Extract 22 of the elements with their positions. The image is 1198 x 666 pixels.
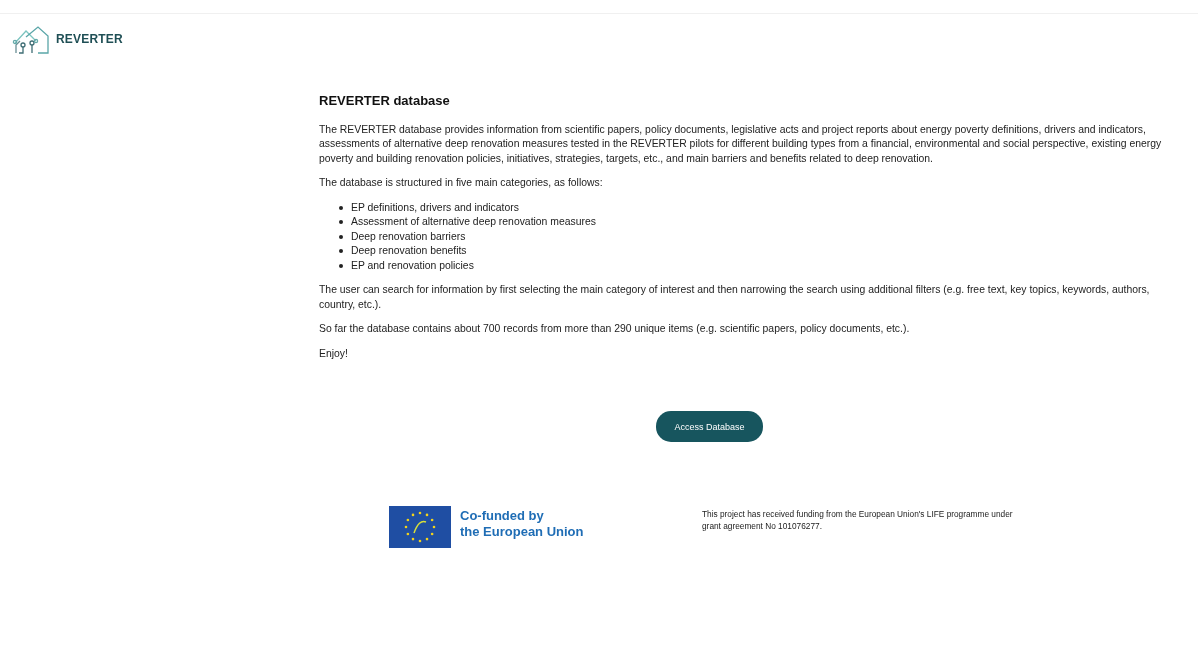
category-item: Deep renovation benefits xyxy=(351,244,467,258)
body-paragraph: So far the database contains about 700 records from more than 290 unique items (e.g. scientific papers, policy documents, etc.). xyxy=(319,322,911,336)
page-title: REVERTER database xyxy=(319,94,451,109)
category-item: Deep renovation barriers xyxy=(351,229,466,244)
intro-paragraph: The REVERTER database provides information from scientific papers, policy documents, legislative acts and project reports about energy poverty definitions, drivers and indicators, assessments of alternative deep renovation measures tested in the REVERTER pilots for different building types from a financial, environmental and social perspective, existing energy poverty and building renovation policies, initiatives, strategies, targets, etc., and main barriers and benefits related to deep renovation. xyxy=(319,122,1163,166)
structure-paragraph: The database is structured in five main categories, as follows: xyxy=(319,176,604,190)
cofunded-text: Co-funded by xyxy=(460,508,545,524)
category-item: EP definitions, drivers and indicators xyxy=(351,200,519,215)
bullet-icon xyxy=(339,220,343,225)
bullet-icon xyxy=(339,234,343,239)
body-paragraph: Enjoy! xyxy=(319,346,349,361)
category-item: Assessment of alternative deep renovation measures xyxy=(351,215,596,229)
eu-flag-icon xyxy=(389,506,451,548)
bullet-icon xyxy=(339,205,343,210)
bullet-icon xyxy=(339,263,343,268)
cofunded-text: the European Union xyxy=(460,524,584,540)
access-database-button[interactable]: Access Database xyxy=(656,411,763,442)
category-item: EP and renovation policies xyxy=(351,258,474,273)
funding-note: This project has received funding from the European Union's LIFE programme under grant agreement No 101076277. xyxy=(702,508,1014,532)
body-paragraph: The user can search for information by first selecting the main category of interest and then narrowing the search using additional filters (e.g. free text, key topics, keywords, authors, country, etc.). xyxy=(319,283,1151,312)
bullet-icon xyxy=(339,249,343,254)
brand-name: REVERTER xyxy=(56,32,123,46)
